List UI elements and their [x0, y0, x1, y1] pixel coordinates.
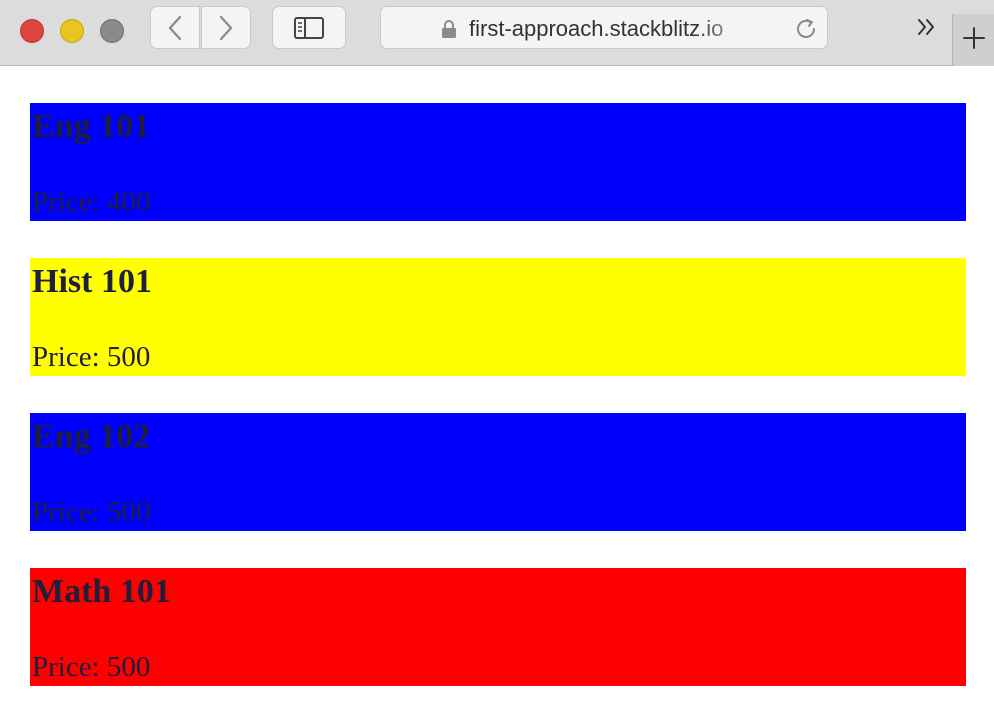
course-title: Eng 101 — [32, 108, 151, 145]
course-card-hist-101: Hist 101 Price: 500 — [30, 258, 966, 376]
address-bar[interactable]: first-approach.stackblitz.io — [380, 6, 828, 49]
forward-icon — [218, 15, 234, 41]
lock-icon — [441, 19, 457, 44]
back-icon — [167, 15, 183, 41]
course-list: Eng 101 Price: 400 Hist 101 Price: 500 E… — [30, 103, 966, 723]
course-title: Hist 101 — [32, 263, 152, 300]
course-title: Math 101 — [32, 573, 171, 610]
course-title: Eng 102 — [32, 418, 151, 455]
course-card-math-101: Math 101 Price: 500 — [30, 568, 966, 686]
course-price: Price: 400 — [32, 186, 151, 218]
reload-icon[interactable] — [793, 16, 819, 47]
sidebar-toggle-button[interactable] — [272, 6, 346, 49]
course-card-eng-102: Eng 102 Price: 500 — [30, 413, 966, 531]
fullscreen-window-button[interactable] — [100, 19, 124, 43]
course-price: Price: 500 — [32, 341, 151, 373]
plus-icon — [962, 26, 986, 55]
back-button[interactable] — [150, 6, 200, 49]
new-tab-button[interactable] — [952, 14, 994, 66]
minimize-window-button[interactable] — [60, 19, 84, 43]
course-price: Price: 500 — [32, 651, 151, 683]
address-url: first-approach.stackblitz.io — [469, 16, 724, 41]
sidebar-icon — [294, 16, 324, 39]
browser-toolbar: first-approach.stackblitz.io — [0, 0, 994, 66]
close-window-button[interactable] — [20, 19, 44, 43]
course-card-eng-101: Eng 101 Price: 400 — [30, 103, 966, 221]
chevrons-right-icon[interactable] — [914, 14, 940, 45]
course-price: Price: 500 — [32, 496, 151, 528]
forward-button[interactable] — [201, 6, 251, 49]
